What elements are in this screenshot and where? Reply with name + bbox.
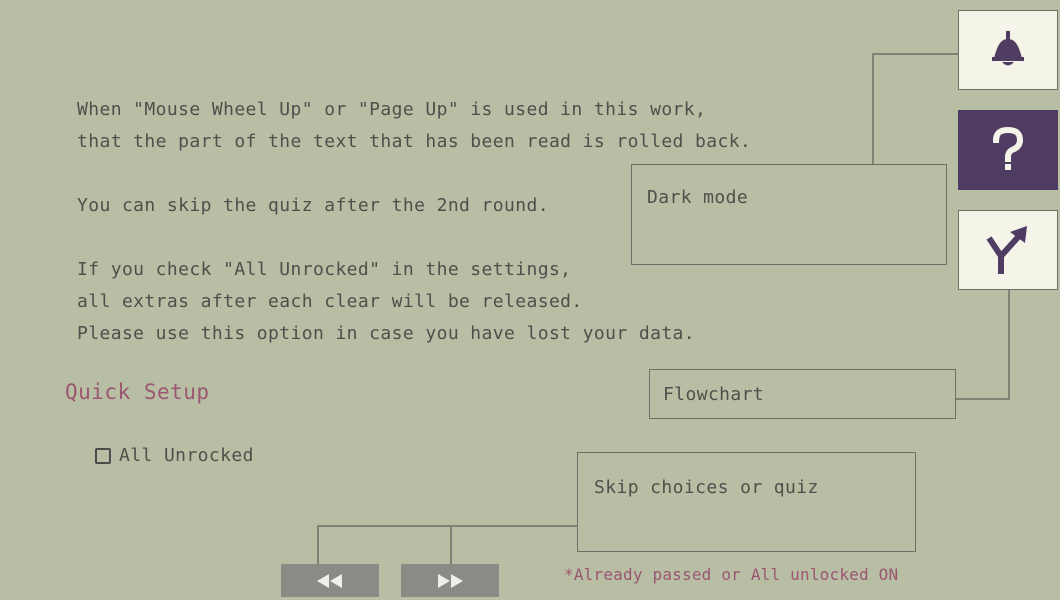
help-line: all extras after each clear will be rele… xyxy=(77,291,583,312)
checkbox-box[interactable] xyxy=(95,447,111,464)
rewind-button[interactable] xyxy=(281,564,379,597)
flowchart-label: Flowchart xyxy=(663,384,765,405)
skip-note: *Already passed or All unlocked ON xyxy=(564,565,899,584)
all-unrocked-checkbox[interactable]: All Unrocked xyxy=(95,445,254,466)
flowchart-callout: Flowchart xyxy=(649,369,956,419)
dark-mode-label: Dark mode xyxy=(647,187,749,208)
rewind-icon xyxy=(317,573,342,588)
fast-forward-button[interactable] xyxy=(401,564,499,597)
help-button[interactable] xyxy=(958,110,1058,190)
branch-arrow-icon xyxy=(986,226,1027,274)
help-line: When "Mouse Wheel Up" or "Page Up" is us… xyxy=(77,99,707,120)
help-line: that the part of the text that has been … xyxy=(77,131,752,152)
help-line: Please use this option in case you have … xyxy=(77,323,696,344)
fast-forward-icon xyxy=(438,573,463,588)
dark-mode-button[interactable] xyxy=(958,10,1058,90)
quick-setup-title: Quick Setup xyxy=(65,380,210,404)
flowchart-button[interactable] xyxy=(958,210,1058,290)
checkbox-label: All Unrocked xyxy=(119,445,254,466)
dark-mode-callout: Dark mode xyxy=(631,164,947,265)
lamp-icon xyxy=(992,31,1024,66)
question-mark-icon xyxy=(992,126,1024,170)
skip-callout: Skip choices or quiz xyxy=(577,452,916,552)
skip-label: Skip choices or quiz xyxy=(594,477,819,498)
